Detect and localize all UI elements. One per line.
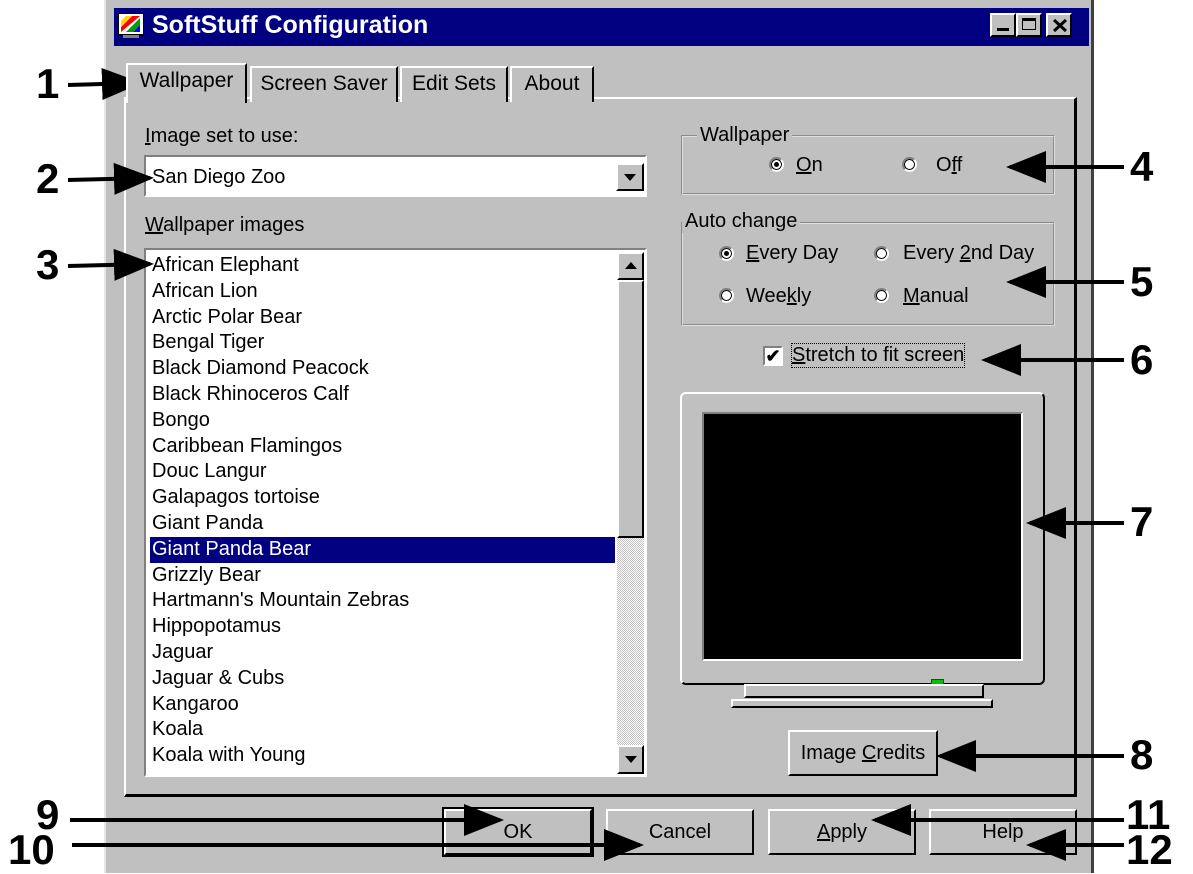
list-item[interactable]: Black Rhinoceros Calf <box>150 382 615 408</box>
image-set-label: Image set to use: <box>145 125 299 147</box>
list-item[interactable]: Giant Panda <box>150 511 615 537</box>
dropdown-arrow-icon <box>624 174 636 181</box>
close-icon <box>1052 18 1068 33</box>
list-item[interactable]: Koala <box>150 717 615 743</box>
callout-number: 1 <box>36 60 60 107</box>
list-item[interactable]: Douc Langur <box>150 459 615 485</box>
wallpaper-images-items: African Elephant African Lion Arctic Pol… <box>150 253 615 769</box>
cancel-button[interactable]: Cancel <box>606 809 754 855</box>
callout-number: 3 <box>36 241 60 288</box>
list-item[interactable]: Koala with Young <box>150 743 615 769</box>
image-credits-button[interactable]: Image Credits <box>788 730 938 776</box>
apply-button[interactable]: Apply <box>768 809 916 855</box>
manual-label: Manual <box>903 285 969 307</box>
weekly-radio[interactable] <box>719 288 734 303</box>
wallpaper-group-title: Wallpaper <box>697 124 793 147</box>
list-item[interactable]: Bongo <box>150 408 615 434</box>
list-item[interactable]: Black Diamond Peacock <box>150 356 615 382</box>
list-item[interactable]: Hartmann's Mountain Zebras <box>150 588 615 614</box>
monitor-stand <box>744 684 984 698</box>
app-icon <box>118 13 144 38</box>
tab-screen-saver-label: Screen Saver <box>260 72 388 95</box>
list-item[interactable]: Bengal Tiger <box>150 330 615 356</box>
image-set-value: San Diego Zoo <box>152 166 286 188</box>
auto-change-group <box>681 222 1055 326</box>
image-set-dropdown-button[interactable] <box>616 163 644 191</box>
minimize-button[interactable] <box>990 13 1016 37</box>
tab-screen-saver[interactable]: Screen Saver <box>250 66 398 102</box>
tab-about[interactable]: About <box>510 66 594 102</box>
list-item[interactable]: Kangaroo <box>150 692 615 718</box>
tab-edit-sets[interactable]: Edit Sets <box>400 66 508 102</box>
list-item[interactable]: African Lion <box>150 279 615 305</box>
wallpaper-on-radio[interactable] <box>769 157 784 172</box>
stretch-label[interactable]: Stretch to fit screen <box>790 343 966 368</box>
callout-number: 2 <box>36 155 60 202</box>
manual-radio[interactable] <box>874 288 889 303</box>
list-item-selected[interactable]: Giant Panda Bear <box>150 536 615 563</box>
list-item[interactable]: Grizzly Bear <box>150 563 615 589</box>
checkmark-icon: ✔ <box>765 346 781 366</box>
list-item[interactable]: Arctic Polar Bear <box>150 305 615 331</box>
every-2nd-day-radio[interactable] <box>874 246 889 261</box>
tab-edit-sets-label: Edit Sets <box>411 72 497 95</box>
tab-wallpaper-label: Wallpaper <box>139 69 234 92</box>
close-button[interactable] <box>1046 13 1072 37</box>
stretch-checkbox[interactable]: ✔ <box>763 346 783 366</box>
list-item[interactable]: Galapagos tortoise <box>150 485 615 511</box>
wallpaper-on-label: On <box>796 154 823 176</box>
callout-number: 12 <box>1126 826 1173 873</box>
callout-number: 5 <box>1130 258 1154 305</box>
wallpaper-off-label: Off <box>936 154 963 176</box>
scroll-down-icon <box>625 756 637 763</box>
tab-wallpaper[interactable]: Wallpaper <box>126 63 247 103</box>
maximize-icon <box>1022 18 1036 30</box>
minimize-icon <box>997 28 1009 31</box>
list-item[interactable]: Jaguar <box>150 640 615 666</box>
maximize-button[interactable] <box>1016 13 1042 37</box>
scroll-down-button[interactable] <box>617 745 644 774</box>
every-2nd-day-label: Every 2nd Day <box>903 242 1035 264</box>
monitor-base <box>731 699 993 708</box>
list-item[interactable]: African Elephant <box>150 253 615 279</box>
wallpaper-preview-screen <box>702 412 1023 661</box>
list-item[interactable]: Jaguar & Cubs <box>150 666 615 692</box>
scroll-up-button[interactable] <box>617 252 644 280</box>
callout-number: 6 <box>1130 336 1154 383</box>
tab-about-label: About <box>524 72 580 95</box>
list-item[interactable]: Hippopotamus <box>150 614 615 640</box>
wallpaper-images-label: Wallpaper images <box>145 214 305 236</box>
scroll-thumb[interactable] <box>617 280 644 538</box>
callout-number: 10 <box>8 826 55 873</box>
callout-number: 7 <box>1130 498 1154 545</box>
help-button[interactable]: Help <box>929 809 1077 855</box>
wallpaper-off-radio[interactable] <box>902 157 917 172</box>
list-item[interactable]: Caribbean Flamingos <box>150 434 615 460</box>
every-day-radio[interactable] <box>719 246 734 261</box>
ok-button[interactable]: OK <box>442 807 594 857</box>
callout-number: 8 <box>1130 731 1154 778</box>
window-title: SoftStuff Configuration <box>152 11 429 39</box>
callout-number: 4 <box>1130 143 1154 190</box>
scroll-up-icon <box>625 262 637 269</box>
every-day-label: Every Day <box>746 242 839 264</box>
auto-change-group-title: Auto change <box>682 210 801 233</box>
weekly-label: Weekly <box>746 285 812 307</box>
